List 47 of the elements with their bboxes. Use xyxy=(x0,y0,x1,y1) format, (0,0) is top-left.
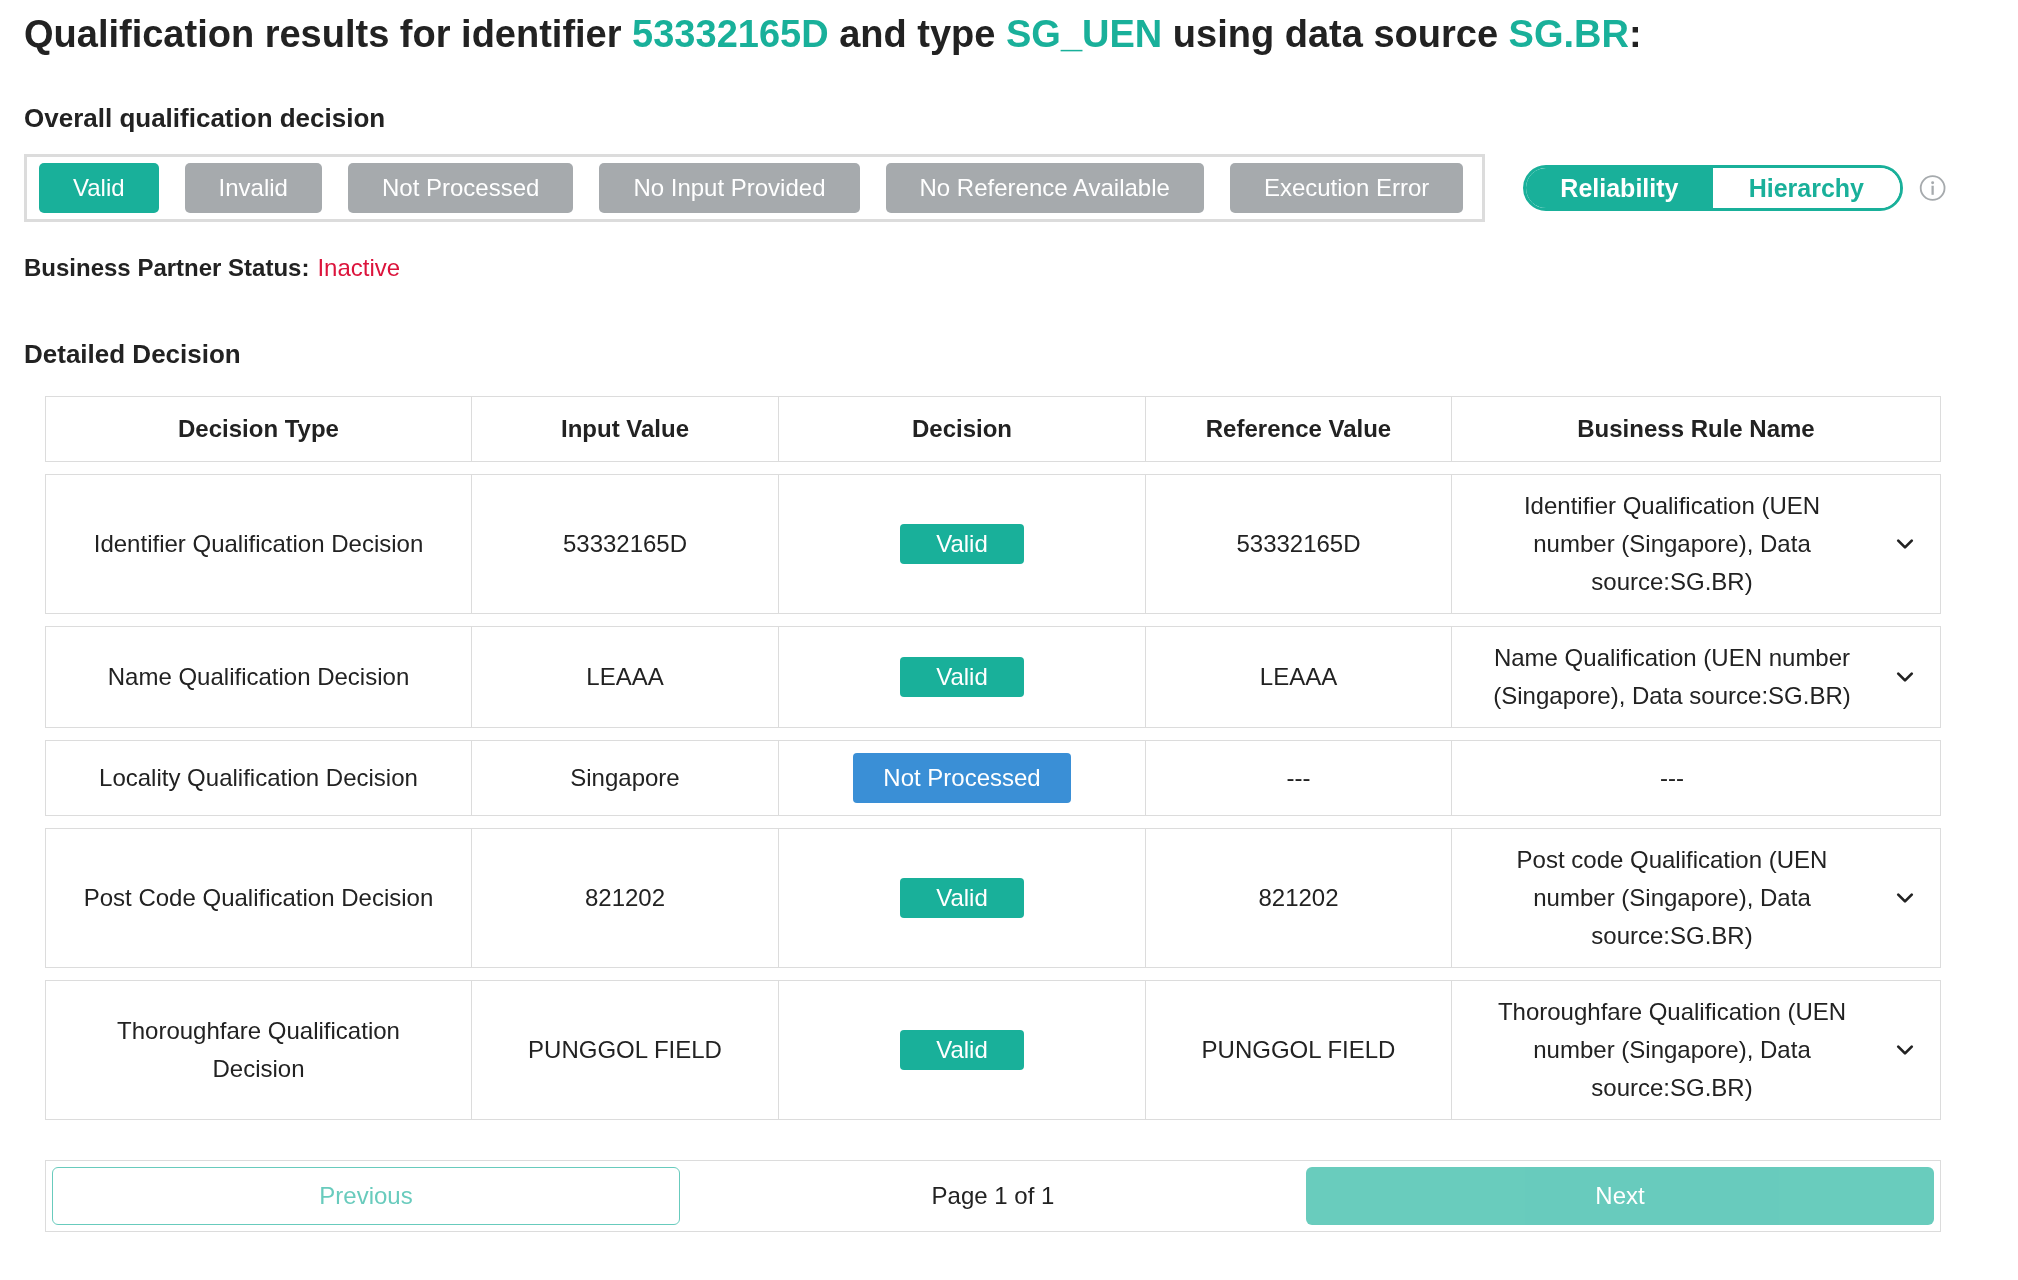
decision-option[interactable]: No Reference Available xyxy=(885,163,1204,213)
table-cell-text: LEAAA xyxy=(586,662,664,692)
table-cell-text: Post Code Qualification Decision xyxy=(83,883,434,913)
chevron-down-icon[interactable] xyxy=(1896,892,1914,904)
table-cell-text: 53332165D xyxy=(562,529,688,559)
column-header: Business Rule Name xyxy=(1451,397,1940,461)
section-heading: Overall qualification decision xyxy=(24,102,387,134)
decision-status: Valid xyxy=(900,524,1024,564)
table-cell-text: Identifier Qualification (UEN number (Singapore), Data source:SG.BR) xyxy=(1522,491,1822,597)
decision-option[interactable]: No Input Provided xyxy=(599,163,860,213)
table-cell-text: Name Qualification (UEN number (Singapore), Data source:SG.BR) xyxy=(1492,643,1852,711)
decision-status: Valid xyxy=(900,878,1024,918)
table-cell-text: 821202 xyxy=(584,883,666,913)
column-header: Decision xyxy=(778,397,1145,461)
table-cell-text: LEAAA xyxy=(1259,662,1338,692)
table-cell-text: Identifier Qualification Decision xyxy=(93,529,424,559)
table-cell-text: PUNGGOL FIELD xyxy=(528,1035,722,1065)
table-cell-text: Thoroughfare Qualification Decision xyxy=(116,1016,401,1084)
table-cell-text: Post code Qualification (UEN number (Singapore), Data source:SG.BR) xyxy=(1515,845,1829,951)
chevron-down-icon[interactable] xyxy=(1896,538,1914,550)
table-cell-text: Thoroughfare Qualification (UEN number (Singapore), Data source:SG.BR) xyxy=(1496,997,1848,1103)
section-heading: Detailed Decision xyxy=(24,338,242,370)
table-cell-text: 821202 xyxy=(1258,883,1339,913)
chevron-down-icon[interactable] xyxy=(1896,671,1914,683)
decision-option[interactable]: Invalid xyxy=(184,163,322,213)
status-label: Business Partner Status: xyxy=(24,254,310,282)
page-indicator: Page 1 of 1 xyxy=(930,1182,1056,1210)
table-cell-text: 53332165D xyxy=(1236,529,1361,559)
column-header: Decision Type xyxy=(177,414,340,444)
status-value: Inactive xyxy=(317,254,401,282)
decision-status: Not Processed xyxy=(853,753,1071,803)
decision-option[interactable]: Valid xyxy=(39,163,159,213)
chevron-down-icon[interactable] xyxy=(1896,1044,1914,1056)
table-cell-text: --- xyxy=(1660,763,1684,793)
table-cell-text: Singapore xyxy=(570,763,680,793)
column-header: Input Value xyxy=(471,397,778,461)
decision-option[interactable]: Not Processed xyxy=(347,163,574,213)
column-header: Reference Value xyxy=(1145,397,1451,461)
view-toggle-option[interactable]: Reliability xyxy=(1525,168,1713,208)
decision-option[interactable]: Execution Error xyxy=(1229,163,1464,213)
table-cell-text: Locality Qualification Decision xyxy=(99,763,418,793)
table-cell-text: PUNGGOL FIELD xyxy=(1201,1035,1396,1065)
page-title: Qualification results for identifier 53332165D and type SG_UEN using data source SG.BR: xyxy=(24,12,1643,56)
table-cell-text: Name Qualification Decision xyxy=(107,662,410,692)
decision-status: Valid xyxy=(900,657,1024,697)
table-cell-text: --- xyxy=(1286,763,1311,793)
decision-status: Valid xyxy=(900,1030,1024,1070)
